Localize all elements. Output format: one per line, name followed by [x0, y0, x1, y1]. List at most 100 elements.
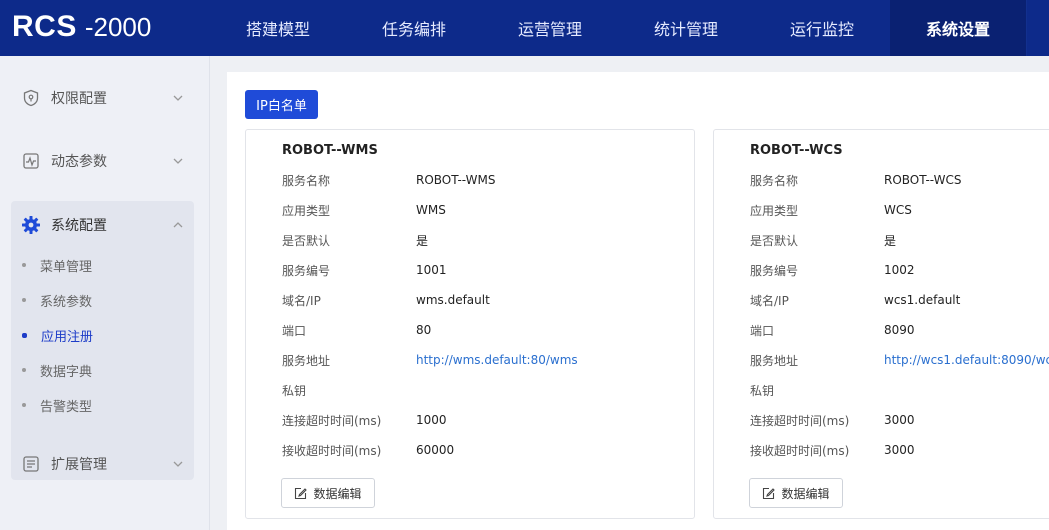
chevron-up-icon	[172, 219, 184, 235]
card-title: ROBOT--WCS	[750, 143, 843, 158]
edit-button-label: 数据编辑	[781, 486, 830, 501]
field-label: 域名/IP	[750, 293, 789, 308]
field-label: 应用类型	[282, 203, 331, 218]
service-url-link[interactable]: http://wms.default:80/wms	[416, 353, 578, 367]
field-row: 域名/IP wcs1.default	[750, 290, 960, 310]
field-label: 应用类型	[750, 203, 799, 218]
chevron-down-icon	[172, 458, 184, 474]
field-row: 应用类型 WCS	[750, 200, 912, 220]
field-row: 端口 80	[282, 320, 431, 340]
field-value: wms.default	[416, 293, 490, 307]
sidebar-group-label: 权限配置	[51, 91, 107, 107]
chevron-down-icon	[172, 155, 184, 171]
field-value: ROBOT--WMS	[416, 173, 496, 187]
chevron-down-icon	[172, 92, 184, 108]
sidebar-item-menu-management[interactable]: 菜单管理	[22, 252, 192, 278]
field-label: 是否默认	[282, 233, 331, 248]
pulse-chart-icon	[21, 151, 41, 171]
bullet-icon	[22, 368, 26, 372]
brand-suffix: -2000	[84, 12, 152, 42]
field-value: ROBOT--WCS	[884, 173, 962, 187]
data-edit-button[interactable]: 数据编辑	[281, 478, 375, 508]
field-label: 服务地址	[750, 353, 799, 368]
bullet-icon	[22, 263, 26, 267]
nav-filler	[1026, 0, 1049, 56]
field-label: 服务编号	[750, 263, 799, 278]
sidebar-item-label: 告警类型	[40, 399, 93, 415]
field-row: 连接超时时间(ms) 1000	[282, 410, 447, 430]
field-label: 域名/IP	[282, 293, 321, 308]
card-title: ROBOT--WMS	[282, 143, 378, 158]
sidebar-group-permissions[interactable]: 权限配置	[11, 76, 194, 120]
field-value: 3000	[884, 413, 915, 427]
sidebar-item-data-dictionary[interactable]: 数据字典	[22, 357, 192, 383]
nav-system-settings[interactable]: 系统设置	[890, 0, 1026, 56]
sidebar-item-alarm-types[interactable]: 告警类型	[22, 392, 192, 418]
sidebar-item-system-params[interactable]: 系统参数	[22, 287, 192, 313]
field-label: 端口	[282, 323, 307, 338]
sidebar-group-label: 动态参数	[51, 154, 107, 170]
field-label: 是否默认	[750, 233, 799, 248]
sidebar-item-label: 应用注册	[41, 329, 94, 345]
sidebar: 权限配置 动态参数 系统配置 菜单管理 系统参数 应用注册 数据字典 告警类型 …	[0, 56, 210, 530]
nav-task-orchestration[interactable]: 任务编排	[346, 0, 482, 56]
field-label: 接收超时时间(ms)	[750, 443, 850, 458]
field-row: 连接超时时间(ms) 3000	[750, 410, 915, 430]
field-value: 60000	[416, 443, 455, 457]
service-url-link[interactable]: http://wcs1.default:8090/wcs	[884, 353, 1049, 367]
sidebar-item-label: 菜单管理	[40, 259, 93, 275]
field-value: WMS	[416, 203, 446, 217]
edit-icon	[294, 487, 308, 500]
field-value: 1000	[416, 413, 447, 427]
field-row: 服务名称 ROBOT--WCS	[750, 170, 962, 190]
field-value: 1002	[884, 263, 915, 277]
field-value: 是	[416, 233, 429, 248]
field-label: 服务地址	[282, 353, 331, 368]
brand-main: RCS	[12, 10, 77, 43]
field-value: 80	[416, 323, 432, 337]
main-nav: 搭建模型 任务编排 运营管理 统计管理 运行监控 系统设置	[210, 0, 1026, 56]
service-card-wcs: ROBOT--WCS 服务名称 ROBOT--WCS 应用类型 WCS 是否默认是 …	[713, 129, 1049, 519]
field-row: 服务地址 http://wcs1.default:8090/wcs	[750, 350, 1049, 370]
field-value: 3000	[884, 443, 915, 457]
data-edit-button[interactable]: 数据编辑	[749, 478, 843, 508]
field-value: 是	[884, 233, 897, 248]
sidebar-item-app-registration[interactable]: 应用注册	[22, 322, 192, 348]
field-label: 端口	[750, 323, 775, 338]
sidebar-group-label: 系统配置	[51, 218, 107, 234]
gear-icon	[21, 215, 41, 235]
sidebar-group-extensions[interactable]: 扩展管理	[11, 442, 194, 486]
field-value: 1001	[416, 263, 447, 277]
field-label: 连接超时时间(ms)	[750, 413, 850, 428]
field-row: 私钥	[750, 380, 884, 400]
field-row: 接收超时时间(ms) 3000	[750, 440, 915, 460]
field-row: 服务编号 1001	[282, 260, 447, 280]
top-header: RCS -2000 搭建模型 任务编排 运营管理 统计管理 运行监控 系统设置	[0, 0, 1049, 56]
bullet-icon	[22, 403, 26, 407]
nav-operations[interactable]: 运营管理	[482, 0, 618, 56]
field-label: 服务编号	[282, 263, 331, 278]
sidebar-group-dynamic-params[interactable]: 动态参数	[11, 139, 194, 183]
bullet-icon	[22, 332, 27, 338]
field-value: 8090	[884, 323, 915, 337]
nav-monitoring[interactable]: 运行监控	[754, 0, 890, 56]
field-row: 接收超时时间(ms) 60000	[282, 440, 454, 460]
field-label: 私钥	[282, 383, 307, 398]
brand-logo: RCS -2000	[0, 0, 210, 56]
ip-whitelist-button[interactable]: IP白名单	[245, 90, 318, 119]
bullet-icon	[22, 298, 26, 302]
field-value: WCS	[884, 203, 912, 217]
field-value: wcs1.default	[884, 293, 961, 307]
nav-build-model[interactable]: 搭建模型	[210, 0, 346, 56]
field-label: 服务名称	[282, 173, 331, 188]
field-row: 是否默认 是	[750, 230, 896, 250]
field-label: 连接超时时间(ms)	[282, 413, 382, 428]
field-row: 应用类型 WMS	[282, 200, 446, 220]
nav-statistics[interactable]: 统计管理	[618, 0, 754, 56]
sidebar-item-label: 系统参数	[40, 294, 93, 310]
shield-key-icon	[21, 88, 41, 108]
service-card-wms: ROBOT--WMS 服务名称 ROBOT--WMS 应用类型 WMS 是否默认是 …	[245, 129, 695, 519]
sidebar-group-system-config[interactable]: 系统配置	[11, 203, 194, 247]
sidebar-group-label: 扩展管理	[51, 457, 107, 473]
field-label: 接收超时时间(ms)	[282, 443, 382, 458]
